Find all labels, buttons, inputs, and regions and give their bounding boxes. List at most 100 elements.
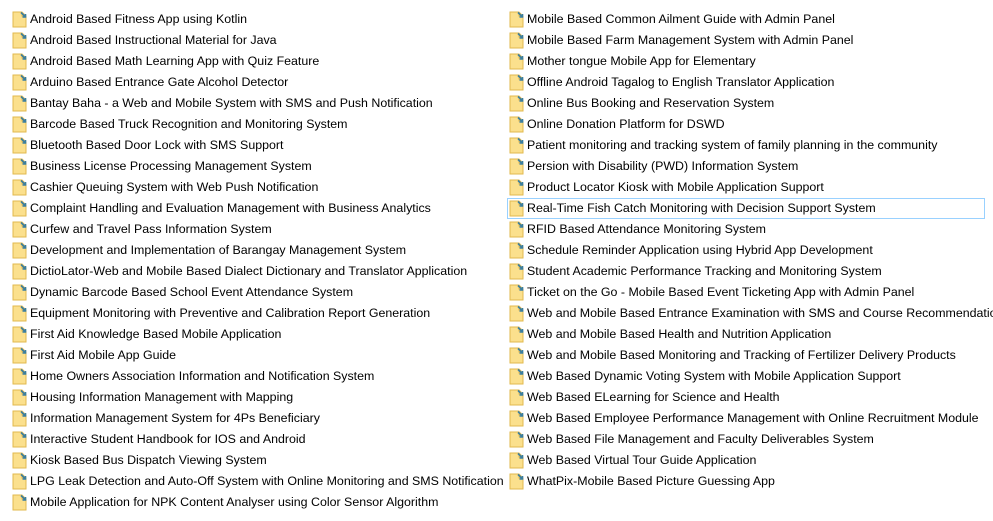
- file-item[interactable]: Android Based Instructional Material for…: [10, 30, 495, 51]
- file-item[interactable]: Offline Android Tagalog to English Trans…: [507, 72, 985, 93]
- file-name: Home Owners Association Information and …: [30, 369, 375, 383]
- file-item[interactable]: Web Based ELearning for Science and Heal…: [507, 387, 985, 408]
- file-item[interactable]: Student Academic Performance Tracking an…: [507, 261, 985, 282]
- folder-shortcut-icon: [12, 305, 27, 322]
- folder-shortcut-icon: [12, 137, 27, 154]
- file-name: Android Based Math Learning App with Qui…: [30, 54, 320, 68]
- folder-shortcut-icon: [12, 53, 27, 70]
- file-name: Complaint Handling and Evaluation Manage…: [30, 201, 431, 215]
- folder-shortcut-icon: [12, 431, 27, 448]
- file-item[interactable]: Android Based Math Learning App with Qui…: [10, 51, 495, 72]
- file-item[interactable]: Dynamic Barcode Based School Event Atten…: [10, 282, 495, 303]
- file-item[interactable]: Web Based Dynamic Voting System with Mob…: [507, 366, 985, 387]
- file-item[interactable]: Patient monitoring and tracking system o…: [507, 135, 985, 156]
- file-item[interactable]: Web and Mobile Based Health and Nutritio…: [507, 324, 985, 345]
- folder-shortcut-icon: [509, 452, 524, 469]
- file-item[interactable]: Mobile Based Common Ailment Guide with A…: [507, 9, 985, 30]
- folder-shortcut-icon: [509, 179, 524, 196]
- file-item[interactable]: Arduino Based Entrance Gate Alcohol Dete…: [10, 72, 495, 93]
- file-name: Bluetooth Based Door Lock with SMS Suppo…: [30, 138, 284, 152]
- folder-shortcut-icon: [12, 368, 27, 385]
- file-item[interactable]: Development and Implementation of Barang…: [10, 240, 495, 261]
- file-item[interactable]: Mobile Application for NPK Content Analy…: [10, 492, 495, 513]
- folder-shortcut-icon: [12, 389, 27, 406]
- folder-shortcut-icon: [509, 368, 524, 385]
- file-name: Interactive Student Handbook for IOS and…: [30, 432, 306, 446]
- file-name: Product Locator Kiosk with Mobile Applic…: [527, 180, 824, 194]
- folder-shortcut-icon: [12, 263, 27, 280]
- file-list-left-column: Android Based Fitness App using Kotlin A…: [10, 9, 504, 513]
- file-name: Mobile Application for NPK Content Analy…: [30, 495, 439, 509]
- file-name: Mobile Based Farm Management System with…: [527, 33, 854, 47]
- file-item[interactable]: Complaint Handling and Evaluation Manage…: [10, 198, 495, 219]
- folder-shortcut-icon: [12, 74, 27, 91]
- folder-shortcut-icon: [509, 200, 524, 217]
- file-name: Bantay Baha - a Web and Mobile System wi…: [30, 96, 433, 110]
- file-item[interactable]: Web Based File Management and Faculty De…: [507, 429, 985, 450]
- file-name: Web Based File Management and Faculty De…: [527, 432, 874, 446]
- file-item[interactable]: Information Management System for 4Ps Be…: [10, 408, 495, 429]
- file-item[interactable]: Bantay Baha - a Web and Mobile System wi…: [10, 93, 495, 114]
- file-name: First Aid Knowledge Based Mobile Applica…: [30, 327, 282, 341]
- folder-shortcut-icon: [509, 305, 524, 322]
- file-item[interactable]: Equipment Monitoring with Preventive and…: [10, 303, 495, 324]
- file-name: Mother tongue Mobile App for Elementary: [527, 54, 756, 68]
- file-item[interactable]: Android Based Fitness App using Kotlin: [10, 9, 495, 30]
- file-item[interactable]: Ticket on the Go - Mobile Based Event Ti…: [507, 282, 985, 303]
- file-item[interactable]: Home Owners Association Information and …: [10, 366, 495, 387]
- folder-shortcut-icon: [509, 389, 524, 406]
- file-name: Web Based ELearning for Science and Heal…: [527, 390, 780, 404]
- folder-shortcut-icon: [12, 116, 27, 133]
- file-name: Kiosk Based Bus Dispatch Viewing System: [30, 453, 267, 467]
- file-name: Equipment Monitoring with Preventive and…: [30, 306, 431, 320]
- folder-shortcut-icon: [509, 431, 524, 448]
- file-item[interactable]: RFID Based Attendance Monitoring System: [507, 219, 985, 240]
- file-item[interactable]: Curfew and Travel Pass Information Syste…: [10, 219, 495, 240]
- folder-shortcut-icon: [12, 347, 27, 364]
- folder-shortcut-icon: [509, 32, 524, 49]
- file-name: First Aid Mobile App Guide: [30, 348, 177, 362]
- folder-shortcut-icon: [509, 74, 524, 91]
- folder-shortcut-icon: [12, 326, 27, 343]
- file-item[interactable]: First Aid Knowledge Based Mobile Applica…: [10, 324, 495, 345]
- file-item[interactable]: First Aid Mobile App Guide: [10, 345, 495, 366]
- file-item[interactable]: Online Bus Booking and Reservation Syste…: [507, 93, 985, 114]
- file-item[interactable]: DictioLator-Web and Mobile Based Dialect…: [10, 261, 495, 282]
- file-name: Housing Information Management with Mapp…: [30, 390, 294, 404]
- file-name: Web and Mobile Based Health and Nutritio…: [527, 327, 832, 341]
- file-name: Online Donation Platform for DSWD: [527, 117, 725, 131]
- file-item[interactable]: Cashier Queuing System with Web Push Not…: [10, 177, 495, 198]
- file-item[interactable]: Web and Mobile Based Entrance Examinatio…: [507, 303, 993, 324]
- file-item[interactable]: Persion with Disability (PWD) Informatio…: [507, 156, 985, 177]
- file-item[interactable]: Product Locator Kiosk with Mobile Applic…: [507, 177, 985, 198]
- file-name: Ticket on the Go - Mobile Based Event Ti…: [527, 285, 915, 299]
- file-name: Information Management System for 4Ps Be…: [30, 411, 320, 425]
- file-item[interactable]: Mother tongue Mobile App for Elementary: [507, 51, 985, 72]
- file-item[interactable]: LPG Leak Detection and Auto-Off System w…: [10, 471, 504, 492]
- file-item[interactable]: Web Based Virtual Tour Guide Application: [507, 450, 985, 471]
- file-item[interactable]: Business License Processing Management S…: [10, 156, 495, 177]
- file-name: Cashier Queuing System with Web Push Not…: [30, 180, 319, 194]
- file-item[interactable]: Web Based Employee Performance Managemen…: [507, 408, 985, 429]
- file-item[interactable]: Schedule Reminder Application using Hybr…: [507, 240, 985, 261]
- file-item[interactable]: Bluetooth Based Door Lock with SMS Suppo…: [10, 135, 495, 156]
- file-item[interactable]: Interactive Student Handbook for IOS and…: [10, 429, 495, 450]
- file-name: Schedule Reminder Application using Hybr…: [527, 243, 873, 257]
- file-item-selected[interactable]: Real-Time Fish Catch Monitoring with Dec…: [507, 198, 985, 219]
- folder-shortcut-icon: [509, 410, 524, 427]
- file-item[interactable]: Mobile Based Farm Management System with…: [507, 30, 985, 51]
- file-name: Arduino Based Entrance Gate Alcohol Dete…: [30, 75, 289, 89]
- folder-shortcut-icon: [509, 263, 524, 280]
- file-name: Patient monitoring and tracking system o…: [527, 138, 938, 152]
- file-item[interactable]: Kiosk Based Bus Dispatch Viewing System: [10, 450, 495, 471]
- folder-shortcut-icon: [12, 494, 27, 511]
- file-item[interactable]: Housing Information Management with Mapp…: [10, 387, 495, 408]
- file-name: Web Based Dynamic Voting System with Mob…: [527, 369, 901, 383]
- file-item[interactable]: Web and Mobile Based Monitoring and Trac…: [507, 345, 985, 366]
- file-name: LPG Leak Detection and Auto-Off System w…: [30, 474, 504, 488]
- file-item[interactable]: WhatPix-Mobile Based Picture Guessing Ap…: [507, 471, 985, 492]
- folder-shortcut-icon: [12, 158, 27, 175]
- folder-shortcut-icon: [12, 284, 27, 301]
- file-item[interactable]: Barcode Based Truck Recognition and Moni…: [10, 114, 495, 135]
- file-item[interactable]: Online Donation Platform for DSWD: [507, 114, 985, 135]
